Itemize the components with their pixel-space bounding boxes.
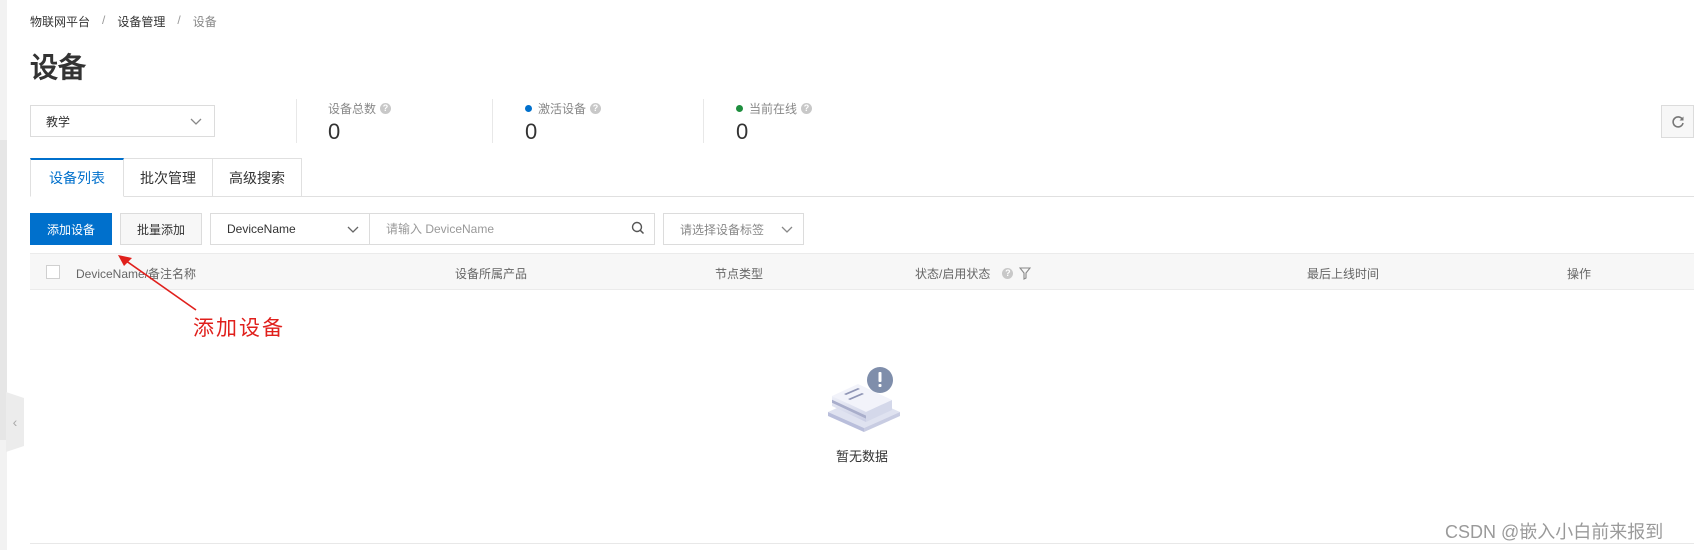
sidebar-collapse-toggle[interactable]: ‹ (6, 392, 24, 452)
divider (296, 99, 297, 143)
divider (703, 99, 704, 143)
stat-label: 当前在线 (749, 102, 798, 116)
refresh-button[interactable] (1661, 105, 1694, 138)
status-dot-icon (736, 105, 743, 112)
breadcrumb-item-current: 设备 (192, 15, 217, 29)
breadcrumb-separator: / (102, 13, 106, 27)
question-circle-icon[interactable]: ? (380, 103, 392, 114)
breadcrumb: 物联网平台 / 设备管理 / 设备 (30, 13, 217, 30)
annotation-arrow-icon (118, 255, 197, 311)
search-field-value: DeviceName (227, 222, 296, 236)
refresh-icon (1671, 115, 1684, 128)
question-circle-icon[interactable]: ? (1002, 268, 1014, 279)
filter-icon[interactable] (1019, 267, 1032, 280)
divider (492, 99, 493, 143)
stat-value: 0 (328, 119, 341, 144)
column-header-node-type: 节点类型 (715, 267, 764, 281)
stat-label: 设备总数 (328, 102, 377, 116)
left-rail-highlight (0, 140, 7, 440)
device-tag-select[interactable]: 请选择设备标签 (663, 213, 804, 245)
chevron-down-icon (781, 226, 793, 233)
stat-online-devices: 当前在线 ? 0 (736, 100, 813, 145)
page-title: 设备 (30, 52, 87, 83)
column-header-product: 设备所属产品 (455, 267, 528, 281)
empty-data-text: 暂无数据 (835, 449, 888, 464)
tab-bar: 设备列表 批次管理 高级搜索 (30, 158, 302, 197)
tag-select-placeholder: 请选择设备标签 (680, 222, 765, 237)
device-search-input[interactable] (369, 213, 655, 245)
chevron-left-icon: ‹ (12, 414, 18, 430)
chevron-down-icon (190, 118, 202, 125)
breadcrumb-separator: / (177, 13, 181, 27)
annotation-label: 添加设备 (193, 316, 285, 340)
product-select-value: 教学 (46, 114, 71, 129)
batch-add-button[interactable]: 批量添加 (120, 213, 202, 245)
stat-value: 0 (525, 119, 538, 144)
stat-total-devices: 设备总数 ? 0 (328, 100, 392, 145)
search-icon[interactable] (630, 220, 646, 236)
search-field-select[interactable]: DeviceName (210, 213, 370, 245)
status-dot-icon (525, 105, 532, 112)
stat-activated-devices: 激活设备 ? 0 (525, 100, 602, 145)
tab-advanced-search[interactable]: 高级搜索 (213, 158, 302, 197)
tab-batch-management[interactable]: 批次管理 (124, 158, 213, 197)
empty-data-icon (828, 367, 900, 432)
question-circle-icon[interactable]: ? (590, 103, 602, 114)
product-select[interactable]: 教学 (30, 105, 215, 137)
tab-device-list[interactable]: 设备列表 (30, 158, 124, 197)
column-header-last-online: 最后上线时间 (1307, 267, 1380, 281)
table-header: DeviceName/备注名称 设备所属产品 节点类型 状态/启用状态 ? 最后… (30, 253, 1694, 290)
stat-value: 0 (736, 119, 749, 144)
column-header-actions: 操作 (1567, 267, 1592, 281)
breadcrumb-item-platform[interactable]: 物联网平台 (30, 13, 90, 30)
select-all-checkbox[interactable] (46, 265, 60, 279)
add-device-button[interactable]: 添加设备 (30, 213, 112, 245)
stat-label: 激活设备 (538, 102, 587, 116)
question-circle-icon[interactable]: ? (801, 103, 813, 114)
column-header-status: 状态/启用状态 ? (915, 265, 1032, 282)
watermark: CSDN @嵌入小白前来报到 (1445, 522, 1664, 542)
chevron-down-icon (347, 226, 359, 233)
breadcrumb-item-device-management[interactable]: 设备管理 (117, 13, 165, 30)
